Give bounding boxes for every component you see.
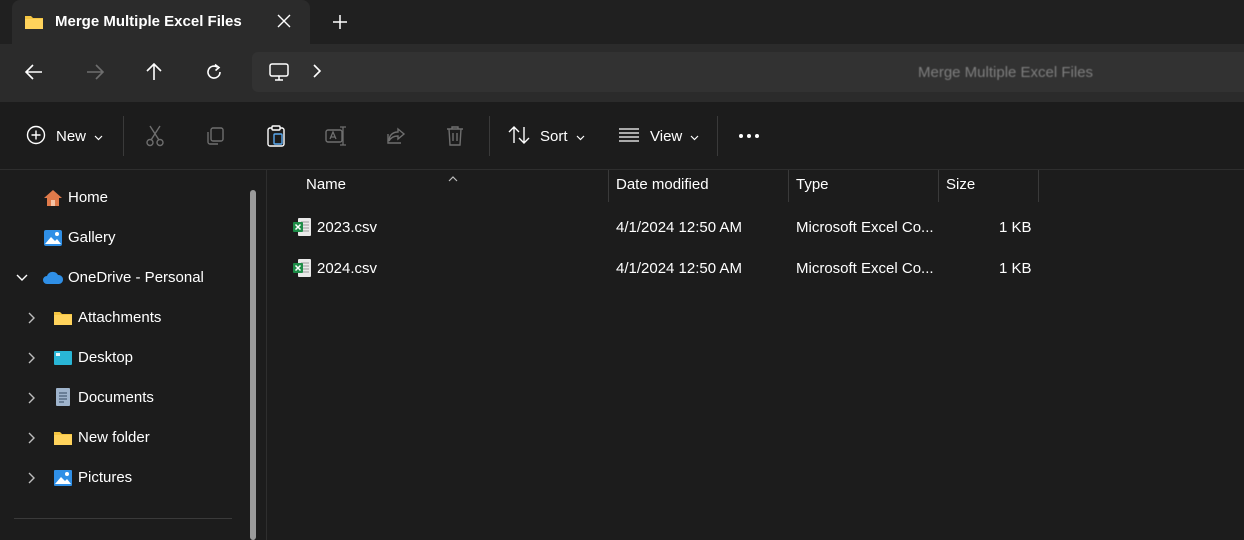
sidebar-divider (14, 518, 232, 519)
chevron-down-icon[interactable] (15, 271, 29, 285)
toolbar-divider (717, 116, 718, 156)
column-header-name[interactable]: Name (306, 176, 346, 193)
chevron-right-icon[interactable] (312, 64, 322, 81)
chevron-down-icon (576, 128, 585, 144)
file-row-2023-csv[interactable]: 2023.csv 4/1/2024 12:50 AM Microsoft Exc… (280, 210, 1040, 246)
rename-icon[interactable] (325, 124, 347, 148)
gallery-icon (43, 229, 63, 251)
new-label: New (56, 127, 87, 145)
sidebar-item-label: OneDrive - Personal (68, 269, 204, 286)
excel-csv-file-icon (292, 258, 312, 281)
sidebar-item-label: Gallery (68, 229, 116, 246)
column-divider[interactable] (788, 170, 789, 202)
file-name[interactable]: 2023.csv (317, 219, 377, 236)
excel-csv-file-icon (292, 217, 312, 240)
folder-icon (53, 429, 73, 451)
cut-icon[interactable] (145, 124, 165, 148)
sidebar-item-pictures[interactable]: Pictures (0, 463, 250, 493)
column-header-type[interactable]: Type (796, 176, 829, 193)
file-row-2024-csv[interactable]: 2024.csv 4/1/2024 12:50 AM Microsoft Exc… (280, 251, 1040, 287)
this-pc-icon[interactable] (268, 62, 290, 85)
paste-icon[interactable] (266, 124, 286, 148)
file-type: Microsoft Excel Co... (796, 219, 934, 236)
close-tab-icon[interactable] (274, 11, 294, 31)
sort-label: Sort (540, 127, 568, 145)
tab-bar: Merge Multiple Excel Files (0, 0, 1244, 44)
chevron-right-icon[interactable] (25, 431, 39, 445)
view-list-icon (618, 127, 640, 146)
sidebar-item-label: Desktop (78, 349, 134, 366)
chevron-right-icon[interactable] (25, 471, 39, 485)
chevron-down-icon (690, 128, 699, 144)
tab-title: Merge Multiple Excel Files (55, 13, 242, 30)
file-size: 1 KB (999, 219, 1032, 236)
home-icon (43, 189, 63, 211)
command-bar: New Sort View (0, 102, 1244, 170)
desktop-icon (53, 349, 73, 371)
sidebar-item-attachments[interactable]: Attachments (0, 303, 250, 333)
pane-divider[interactable] (266, 170, 267, 540)
chevron-down-icon (94, 128, 103, 144)
new-tab-icon[interactable] (330, 12, 350, 32)
file-size: 1 KB (999, 260, 1032, 277)
plus-circle-icon (26, 125, 46, 148)
sort-ascending-icon (448, 169, 458, 185)
view-button[interactable]: View (618, 124, 699, 148)
folder-icon (53, 309, 73, 331)
sidebar-item-label: New folder (78, 429, 150, 446)
forward-arrow-icon[interactable] (83, 60, 107, 84)
sidebar-item-label: Pictures (78, 469, 133, 486)
copy-icon[interactable] (205, 124, 225, 148)
sidebar-item-gallery[interactable]: Gallery (0, 223, 250, 253)
pictures-icon (53, 469, 73, 491)
column-header-size[interactable]: Size (946, 176, 975, 193)
sidebar-item-desktop[interactable]: Desktop (0, 343, 250, 373)
sidebar-item-label: Attachments (78, 309, 162, 326)
sidebar-scrollbar[interactable] (250, 190, 256, 540)
sidebar-item-label: Home (68, 189, 109, 206)
documents-icon (55, 387, 71, 411)
chevron-right-icon[interactable] (25, 391, 39, 405)
onedrive-cloud-icon (42, 271, 64, 289)
view-label: View (650, 127, 683, 145)
share-icon[interactable] (386, 124, 406, 148)
more-options-icon[interactable] (738, 124, 760, 148)
file-date-modified: 4/1/2024 12:50 AM (616, 219, 742, 236)
folder-icon (24, 13, 44, 34)
sidebar-item-new-folder[interactable]: New folder (0, 423, 250, 453)
navigation-bar: Merge Multiple Excel Files (0, 44, 1244, 102)
toolbar-divider (123, 116, 124, 156)
column-divider[interactable] (608, 170, 609, 202)
sidebar-item-home[interactable]: Home (0, 183, 250, 213)
toolbar-divider (489, 116, 490, 156)
sort-arrows-icon (508, 125, 530, 148)
sidebar-item-label: Documents (78, 389, 154, 406)
column-header-date-modified[interactable]: Date modified (616, 176, 709, 193)
tab-merge-multiple-excel-files[interactable]: Merge Multiple Excel Files (12, 0, 310, 44)
file-name[interactable]: 2024.csv (317, 260, 377, 277)
delete-icon[interactable] (446, 124, 464, 148)
sort-button[interactable]: Sort (508, 124, 585, 148)
file-date-modified: 4/1/2024 12:50 AM (616, 260, 742, 277)
column-divider[interactable] (1038, 170, 1039, 202)
address-bar[interactable]: Merge Multiple Excel Files (252, 52, 1244, 92)
up-arrow-icon[interactable] (142, 60, 166, 84)
navigation-pane: Home Gallery OneDrive - Personal Attachm… (0, 170, 262, 540)
refresh-icon[interactable] (202, 60, 226, 84)
sidebar-item-documents[interactable]: Documents (0, 383, 250, 413)
sidebar-item-onedrive-personal[interactable]: OneDrive - Personal (0, 263, 250, 293)
file-type: Microsoft Excel Co... (796, 260, 934, 277)
breadcrumb-current[interactable]: Merge Multiple Excel Files (918, 64, 1093, 81)
chevron-right-icon[interactable] (25, 351, 39, 365)
column-divider[interactable] (938, 170, 939, 202)
chevron-right-icon[interactable] (25, 311, 39, 325)
new-button[interactable]: New (26, 124, 103, 148)
back-arrow-icon[interactable] (22, 60, 46, 84)
